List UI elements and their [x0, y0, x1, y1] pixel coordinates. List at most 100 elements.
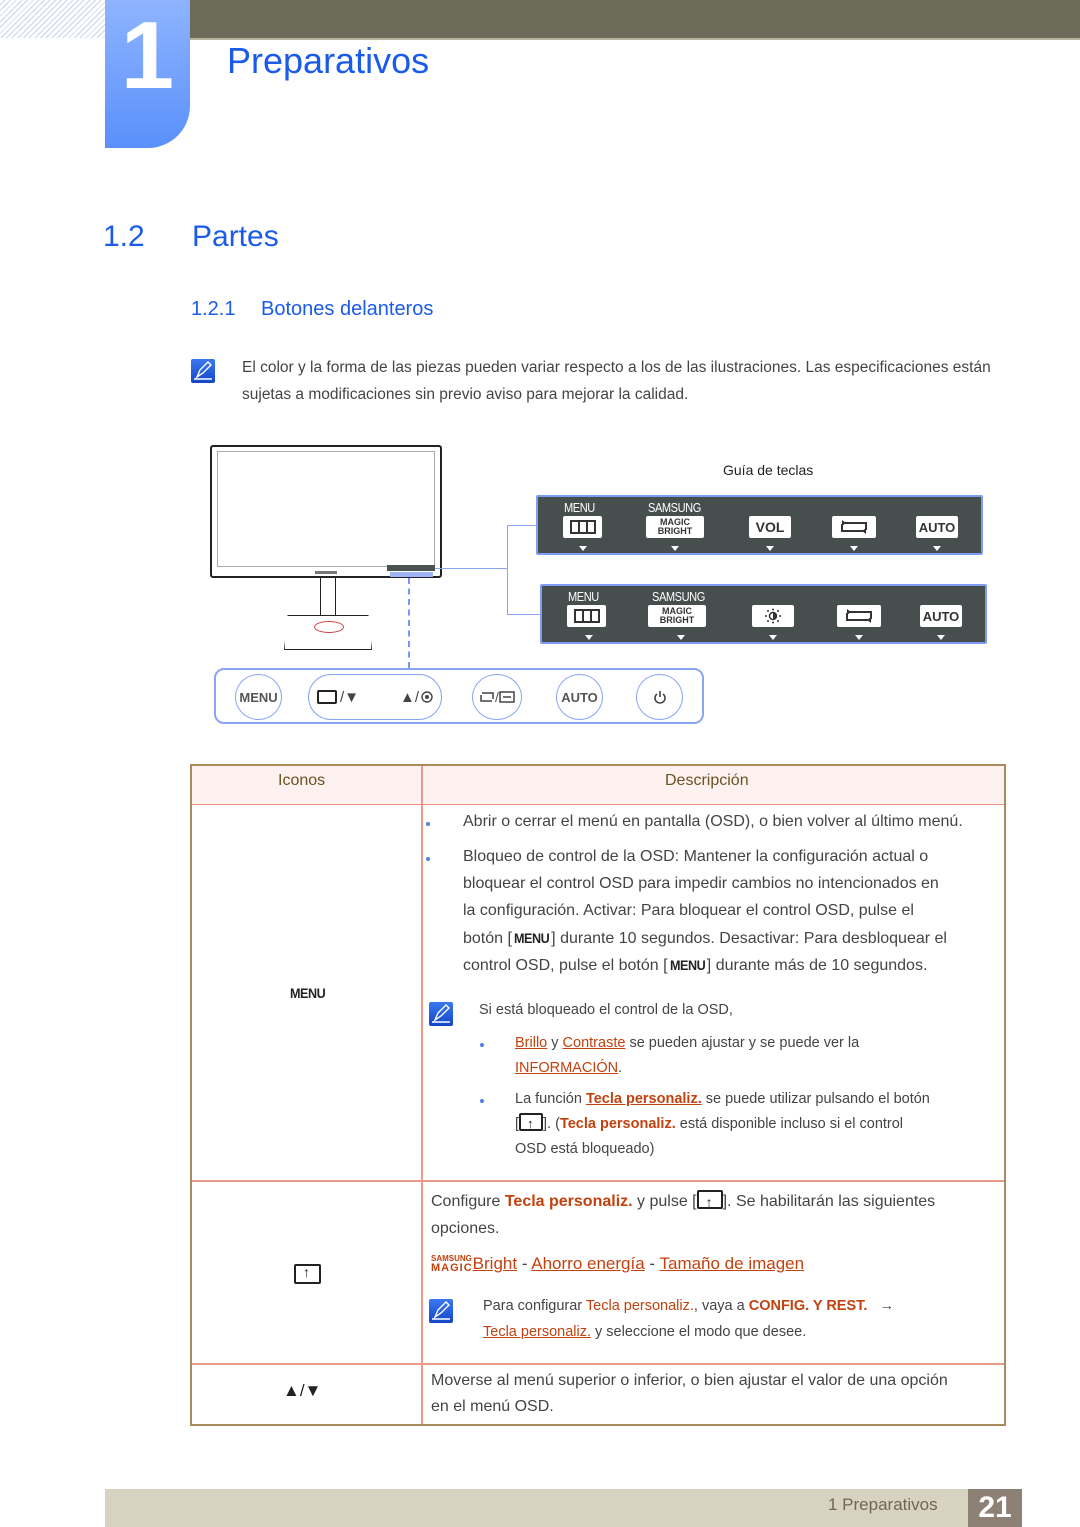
menu-label: MENU — [568, 589, 599, 604]
note-pencil-icon — [429, 1002, 453, 1026]
menu-key-inline: MENU — [669, 957, 706, 973]
row1-note-bullet1: Brillo y Contraste se pueden ajustar y s… — [515, 1031, 859, 1055]
bullet — [480, 1099, 484, 1103]
contraste-link[interactable]: Contraste — [563, 1035, 626, 1051]
row1-bullet2-line5: control OSD, pulse el botón [MENU] duran… — [463, 952, 927, 979]
section-title: Partes — [192, 220, 279, 253]
magic-text: MAGIC — [431, 1262, 473, 1274]
row1-bullet2-line3: la configuración. Activar: Para bloquear… — [463, 902, 914, 919]
down-arrow-icon — [933, 546, 941, 551]
down-arrow-icon — [937, 635, 945, 640]
text: ]. Se habilitarán las siguientes — [722, 1193, 936, 1210]
note-pencil-icon — [429, 1299, 453, 1323]
source-enter-button[interactable]: / — [472, 674, 522, 720]
row-divider — [192, 1363, 1004, 1365]
tecla-personaliz-text: Tecla personaliz. — [559, 1116, 676, 1132]
down-arrow-icon — [769, 635, 777, 640]
row1-note-bullet2: La función Tecla personaliz. se puede ut… — [515, 1087, 930, 1111]
custom-down-label: /▼ — [340, 688, 360, 706]
text: control OSD, pulse el botón [ — [463, 957, 668, 974]
row1-bullet1: Abrir o cerrar el menú en pantalla (OSD)… — [463, 813, 963, 830]
connector-line — [435, 568, 507, 569]
tecla-personaliz-link[interactable]: Tecla personaliz. — [586, 1091, 702, 1107]
row1-note-bullet1-line2: INFORMACIÓN. — [515, 1056, 622, 1080]
row2-note-line2: Tecla personaliz. y seleccione el modo q… — [483, 1320, 806, 1344]
monitor-brand-logo — [315, 571, 337, 574]
connector-line — [507, 525, 537, 526]
down-arrow-icon — [850, 546, 858, 551]
text: se pueden ajustar y se puede ver la — [625, 1035, 860, 1051]
menu-icon — [563, 516, 602, 538]
row-divider — [192, 1180, 1004, 1182]
brillo-link[interactable]: Brillo — [515, 1035, 547, 1051]
source-icon — [832, 516, 876, 538]
bullet — [426, 822, 430, 826]
menu-button[interactable]: MENU — [235, 674, 282, 720]
text: y seleccione el modo que desee. — [591, 1324, 807, 1340]
connector-line — [507, 525, 508, 615]
menu-label: MENU — [564, 500, 595, 515]
power-icon — [653, 691, 666, 704]
row1-note-bullet2-line3: OSD está bloqueado) — [515, 1141, 655, 1157]
menu-key-icon: MENU — [289, 985, 326, 1001]
arrow-right-icon: → — [879, 1298, 894, 1314]
connector-line — [507, 614, 541, 615]
bright-text: BRIGHT — [657, 526, 693, 536]
down-arrow-icon — [671, 546, 679, 551]
source-icon — [837, 605, 881, 627]
tecla-personaliz-text: Tecla personaliz. — [504, 1193, 633, 1210]
bright-text: BRIGHT — [659, 615, 695, 625]
custom-key-icon: ↑ — [294, 1264, 321, 1284]
enter-icon — [421, 691, 433, 703]
text: botón [ — [463, 930, 512, 947]
auto-button[interactable]: AUTO — [556, 674, 603, 720]
key-guide-label: Guía de teclas — [723, 462, 814, 478]
brightness-icon — [752, 605, 794, 627]
row1-bullet2-line1: Bloqueo de control de la OSD: Mantener l… — [463, 848, 929, 865]
custom-key-icon — [317, 690, 337, 704]
menu-key-inline: MENU — [513, 930, 550, 946]
down-arrow-icon — [855, 635, 863, 640]
down-arrow-icon — [677, 635, 685, 640]
row3-line2: en el menú OSD. — [431, 1398, 554, 1415]
informacion-link[interactable]: INFORMACIÓN — [515, 1060, 618, 1076]
intro-note-text: El color y la forma de las piezas pueden… — [242, 359, 991, 403]
text: ]. ( — [543, 1116, 560, 1132]
separator: - — [644, 1254, 660, 1273]
samsung-magic-logo: SAMSUNG MAGIC — [431, 1255, 473, 1274]
text: y — [547, 1035, 563, 1051]
column-header-description: Descripción — [665, 772, 749, 789]
text: . — [618, 1060, 623, 1076]
ahorro-energia-link[interactable]: Ahorro energía — [531, 1254, 644, 1273]
footer-chapter-label: 1 Preparativos — [828, 1495, 938, 1514]
samsung-label: SAMSUNG — [652, 589, 705, 604]
monitor-key-guide-mini — [387, 565, 435, 571]
power-button[interactable] — [636, 674, 683, 720]
magic-bright-key: MAGIC BRIGHT — [648, 605, 706, 627]
chapter-number-badge: 1 — [105, 0, 190, 148]
text: ] durante más de 10 segundos. — [706, 957, 928, 974]
separator: - — [517, 1254, 532, 1273]
down-arrow-icon — [579, 546, 587, 551]
menu-icon — [567, 605, 606, 627]
bright-link[interactable]: Bright — [473, 1254, 517, 1273]
text: Configure — [431, 1193, 505, 1210]
key-guide-panel-bottom: MENU SAMSUNG MAGIC BRIGHT AUTO — [540, 584, 987, 644]
monitor-stand-pivot — [314, 621, 344, 633]
tecla-personaliz-link[interactable]: Tecla personaliz. — [483, 1324, 591, 1340]
row2-options: SAMSUNG MAGIC Bright - Ahorro energía - Ta… — [431, 1250, 804, 1277]
bullet — [426, 857, 430, 861]
section-number: 1.2 — [103, 220, 145, 253]
custom-key-icon: ↑ — [696, 1190, 723, 1210]
text: La función — [515, 1091, 586, 1107]
row1-note-title: Si está bloqueado el control de la OSD, — [479, 1002, 733, 1018]
row1-note-bullet2-line2: [↑]. (Tecla personaliz. está disponible … — [515, 1112, 903, 1136]
down-arrow-icon — [585, 635, 593, 640]
tamano-imagen-link[interactable]: Tamaño de imagen — [659, 1254, 804, 1273]
monitor-buttons-mini — [390, 572, 433, 577]
custom-updown-button[interactable]: /▼ ▲/ — [308, 674, 442, 720]
header-bar — [190, 0, 1080, 40]
custom-down-key: /▼ — [317, 689, 359, 706]
text: está disponible incluso si el control — [675, 1116, 904, 1132]
custom-key-icon: ↑ — [519, 1113, 544, 1131]
